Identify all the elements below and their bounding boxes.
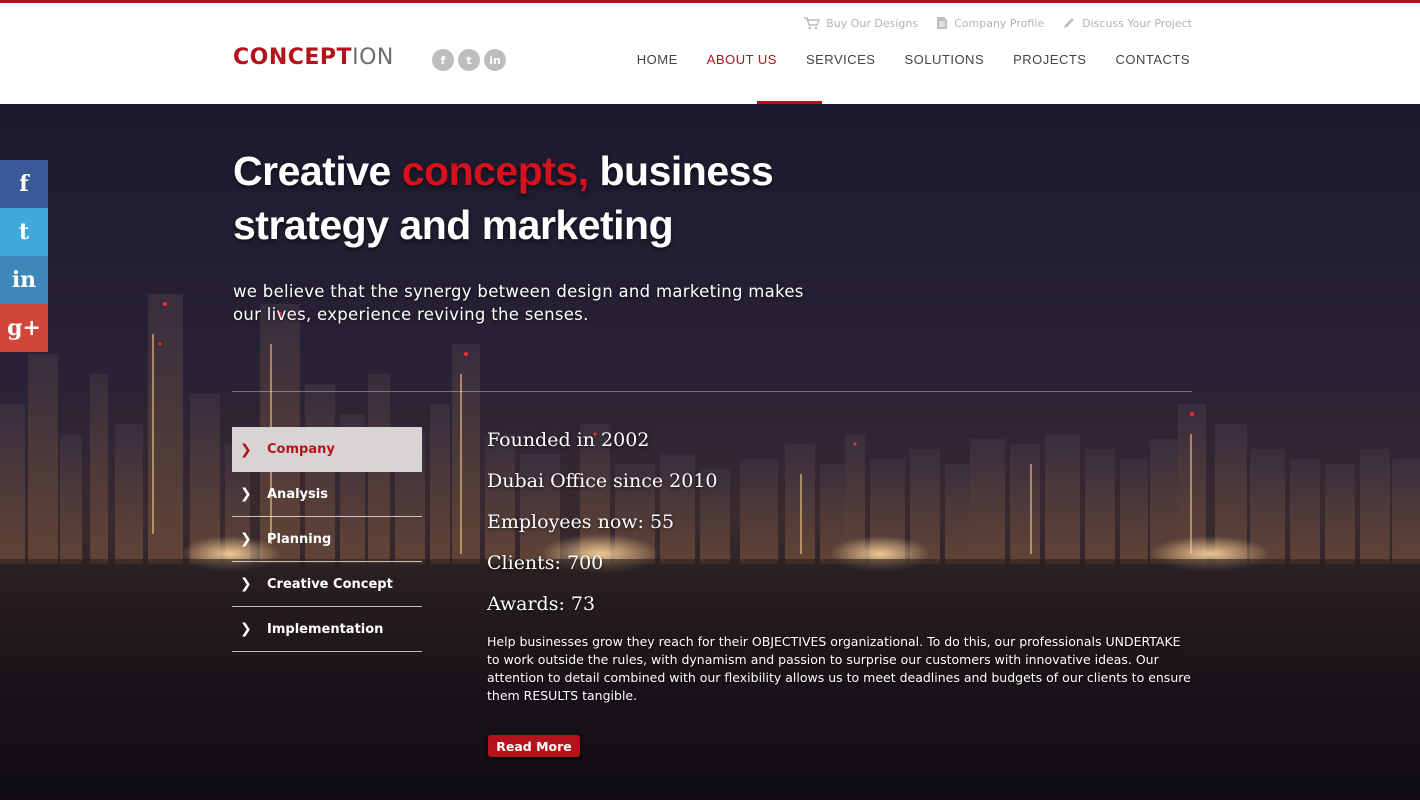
facebook-icon[interactable]: f bbox=[432, 49, 454, 71]
pencil-icon bbox=[1064, 18, 1075, 28]
nav-about-us[interactable]: ABOUT US bbox=[707, 52, 777, 67]
fact-employees: Employees now: 55 bbox=[487, 511, 675, 533]
fact-awards: Awards: 73 bbox=[487, 593, 596, 615]
site-header: Buy Our Designs Company Profile Discuss … bbox=[0, 3, 1420, 104]
fact-founded: Founded in 2002 bbox=[487, 429, 650, 451]
facebook-icon[interactable]: f bbox=[0, 160, 48, 208]
tab-implementation[interactable]: ❯ Implementation bbox=[232, 607, 422, 652]
twitter-icon[interactable]: t bbox=[458, 49, 480, 71]
chevron-right-icon: ❯ bbox=[240, 441, 252, 458]
google-plus-icon[interactable]: g+ bbox=[0, 304, 48, 352]
cart-icon bbox=[804, 16, 821, 29]
tab-company[interactable]: ❯ Company bbox=[232, 427, 422, 472]
buy-designs-link[interactable]: Buy Our Designs bbox=[804, 17, 918, 30]
utility-links: Buy Our Designs Company Profile Discuss … bbox=[804, 16, 1192, 30]
nav-contacts[interactable]: CONTACTS bbox=[1115, 52, 1190, 67]
chevron-right-icon: ❯ bbox=[240, 576, 252, 592]
chevron-right-icon: ❯ bbox=[240, 531, 252, 547]
chevron-right-icon: ❯ bbox=[240, 621, 252, 637]
nav-solutions[interactable]: SOLUTIONS bbox=[904, 52, 984, 67]
linkedin-icon[interactable]: in bbox=[0, 256, 48, 304]
chevron-right-icon: ❯ bbox=[240, 486, 252, 502]
tab-planning[interactable]: ❯ Planning bbox=[232, 517, 422, 562]
nav-services[interactable]: SERVICES bbox=[806, 52, 876, 67]
nav-home[interactable]: HOME bbox=[637, 52, 678, 67]
site-logo[interactable]: CONCEPTION bbox=[233, 45, 394, 70]
discuss-project-link[interactable]: Discuss Your Project bbox=[1062, 16, 1192, 30]
hero-tagline: we believe that the synergy between desi… bbox=[233, 282, 804, 324]
hero-headline: Creative concepts, business strategy and… bbox=[233, 148, 774, 248]
section-divider bbox=[232, 391, 1192, 392]
twitter-icon[interactable]: t bbox=[0, 208, 48, 256]
fact-clients: Clients: 700 bbox=[487, 552, 604, 574]
side-social-bar: f t in g+ bbox=[0, 160, 48, 352]
main-nav: HOME ABOUT US SERVICES SOLUTIONS PROJECT… bbox=[637, 52, 1190, 67]
document-icon bbox=[937, 17, 948, 29]
fact-dubai-office: Dubai Office since 2010 bbox=[487, 470, 718, 492]
company-facts: Founded in 2002 Dubai Office since 2010 … bbox=[487, 427, 718, 632]
linkedin-icon[interactable]: in bbox=[484, 49, 506, 71]
company-description: Help businesses grow they reach for thei… bbox=[487, 634, 1191, 703]
read-more-button[interactable]: Read More bbox=[488, 735, 580, 757]
tab-creative-concept[interactable]: ❯ Creative Concept bbox=[232, 562, 422, 607]
nav-projects[interactable]: PROJECTS bbox=[1013, 52, 1086, 67]
header-social-links: f t in bbox=[432, 49, 506, 71]
tab-analysis[interactable]: ❯ Analysis bbox=[232, 472, 422, 517]
about-tabs: ❯ Company ❯ Analysis ❯ Planning ❯ Creati… bbox=[232, 427, 422, 652]
company-profile-link[interactable]: Company Profile bbox=[936, 16, 1044, 30]
